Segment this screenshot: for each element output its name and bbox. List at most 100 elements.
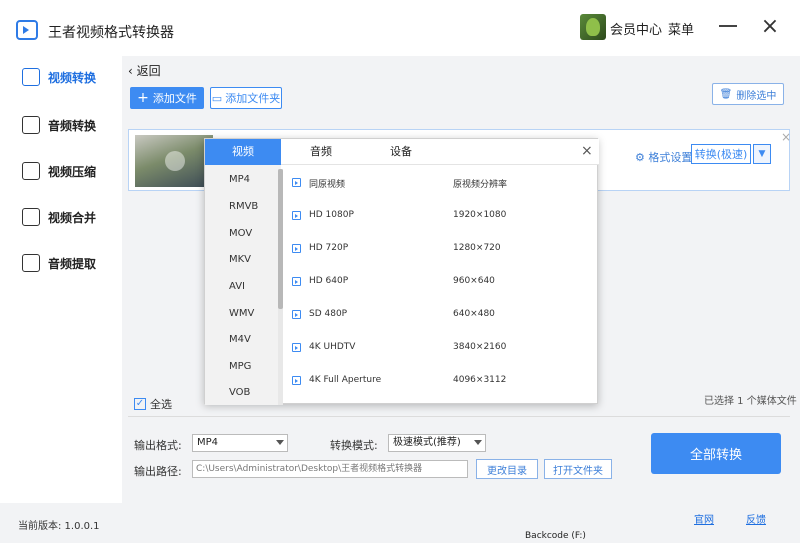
tab-device[interactable]: 设备	[373, 139, 429, 165]
audio-extract-icon	[22, 254, 40, 272]
format-item[interactable]: MOV	[205, 221, 281, 247]
convert-mode-button[interactable]: 转换(极速)	[691, 144, 751, 164]
preset-resolution: 1920×1080	[453, 210, 507, 220]
minimize-button[interactable]	[716, 14, 740, 38]
video-preset-icon	[292, 376, 301, 385]
checkmark-icon: ✓	[134, 398, 146, 410]
preset-resolution: 1280×720	[453, 243, 501, 253]
sidebar-item-video-merge[interactable]: 视频合并	[0, 196, 122, 238]
format-item[interactable]: MP4	[205, 167, 281, 193]
format-scrollbar-thumb[interactable]	[278, 169, 283, 309]
video-convert-icon	[22, 68, 40, 86]
format-settings-button[interactable]: ⚙ 格式设置	[635, 149, 692, 165]
format-settings-label: 格式设置	[648, 151, 693, 164]
preset-name: 4K UHDTV	[309, 342, 356, 352]
background-drive-label: Backcode (F:)	[525, 531, 586, 541]
user-avatar[interactable]	[580, 14, 606, 40]
member-center-link[interactable]: 会员中心	[610, 19, 662, 38]
format-item[interactable]: MPG	[205, 354, 281, 380]
delete-selected-button[interactable]: 🗑 删除选中	[712, 83, 784, 105]
selected-count: 已选择 1 个媒体文件	[704, 396, 797, 407]
open-folder-button[interactable]: 打开文件夹	[544, 459, 612, 479]
add-folder-button[interactable]: ▭ 添加文件夹	[210, 87, 282, 109]
back-button[interactable]: ‹ 返回	[128, 62, 161, 79]
sidebar-item-label: 视频合并	[48, 210, 97, 225]
format-list: MP4 RMVB MOV MKV AVI WMV M4V MPG VOB	[205, 165, 281, 405]
remove-file-icon[interactable]: ×	[781, 130, 791, 144]
tab-video[interactable]: 视频	[205, 139, 281, 165]
add-folder-label: 添加文件夹	[225, 92, 281, 105]
preset-row[interactable]: HD 720P 1280×720	[289, 239, 589, 261]
sidebar-item-audio-extract[interactable]: 音频提取	[0, 242, 122, 284]
preset-resolution: 原视频分辨率	[453, 180, 508, 190]
close-window-button[interactable]: ×	[758, 14, 782, 39]
preset-row[interactable]: HD 640P 960×640	[289, 272, 589, 294]
output-path-field[interactable]: C:\Users\Administrator\Desktop\王者视频格式转换器	[192, 460, 468, 478]
format-tabs: 视频 音频 设备 ×	[205, 139, 599, 165]
preset-row[interactable]: 4K Full Aperture 4096×3112	[289, 371, 589, 393]
video-preset-icon	[292, 244, 301, 253]
preset-row[interactable]: 4K UHDTV 3840×2160	[289, 338, 589, 360]
preset-name: HD 640P	[309, 276, 349, 286]
output-format-select[interactable]: MP4	[192, 434, 288, 452]
video-thumbnail	[135, 135, 213, 187]
app-window: 王者视频格式转换器 会员中心 菜单 × 视频转换 音频转换 视频压缩 视频合并 …	[0, 0, 800, 543]
output-format-value: MP4	[197, 437, 219, 448]
preset-row[interactable]: HD 1080P 1920×1080	[289, 206, 589, 228]
chevron-down-icon	[474, 440, 482, 445]
format-item[interactable]: WMV	[205, 301, 281, 327]
select-all-label: 全选	[150, 398, 172, 411]
add-file-button[interactable]: + 添加文件	[130, 87, 204, 109]
convert-all-button[interactable]: 全部转换	[651, 433, 781, 474]
select-all-checkbox[interactable]: ✓ 全选	[134, 396, 172, 412]
back-label: 返回	[136, 64, 161, 78]
video-preset-icon	[292, 211, 301, 220]
preset-resolution: 3840×2160	[453, 342, 507, 352]
website-link[interactable]: 官网	[694, 511, 714, 526]
status-bar: 当前版本: 1.0.0.1 官网 反馈 Backcode (F:)	[0, 503, 800, 543]
version-label: 当前版本: 1.0.0.1	[18, 521, 100, 532]
app-logo-icon	[16, 20, 38, 40]
sidebar-item-video-compress[interactable]: 视频压缩	[0, 150, 122, 192]
tab-audio[interactable]: 音频	[293, 139, 349, 165]
sidebar-item-label: 视频压缩	[48, 164, 97, 179]
app-title: 王者视频格式转换器	[48, 25, 174, 41]
video-preset-icon	[292, 310, 301, 319]
video-compress-icon	[22, 162, 40, 180]
preset-row[interactable]: 同原视频 原视频分辨率	[289, 173, 589, 195]
video-preset-icon	[292, 178, 301, 187]
video-preset-icon	[292, 343, 301, 352]
sidebar-item-video-convert[interactable]: 视频转换	[0, 56, 122, 98]
add-file-label: 添加文件	[152, 92, 197, 105]
chevron-down-icon[interactable]: ▼	[753, 144, 771, 164]
change-directory-button[interactable]: 更改目录	[476, 459, 538, 479]
format-item[interactable]: MKV	[205, 247, 281, 273]
preset-row[interactable]: SD 480P 640×480	[289, 305, 589, 327]
format-item[interactable]: AVI	[205, 274, 281, 300]
format-item[interactable]: VOB	[205, 380, 281, 406]
output-path-label: 输出路径:	[134, 465, 182, 478]
preset-resolution: 960×640	[453, 276, 495, 286]
convert-mode-label: 转换模式:	[330, 439, 378, 452]
format-item[interactable]: M4V	[205, 327, 281, 353]
delete-selected-label: 删除选中	[736, 90, 777, 102]
preset-resolution: 4096×3112	[453, 375, 507, 385]
preset-name: 4K Full Aperture	[309, 375, 382, 385]
output-settings: 输出格式: MP4 转换模式: 极速模式(推荐) 输出路径: C:\Users\…	[128, 416, 790, 496]
folder-icon: ▭	[211, 91, 223, 105]
close-popup-icon[interactable]: ×	[581, 143, 593, 159]
sidebar-item-audio-convert[interactable]: 音频转换	[0, 104, 122, 146]
output-format-label: 输出格式:	[134, 439, 182, 452]
plus-icon: +	[137, 90, 149, 106]
chevron-left-icon: ‹	[128, 64, 137, 78]
preset-name: HD 720P	[309, 243, 349, 253]
preset-name: SD 480P	[309, 309, 348, 319]
feedback-link[interactable]: 反馈	[746, 511, 766, 526]
preset-resolution: 640×480	[453, 309, 495, 319]
gear-icon: ⚙	[635, 151, 649, 164]
format-item[interactable]: RMVB	[205, 194, 281, 220]
convert-mode-select[interactable]: 极速模式(推荐)	[388, 434, 486, 452]
video-preset-icon	[292, 277, 301, 286]
sidebar: 视频转换 音频转换 视频压缩 视频合并 音频提取	[0, 56, 122, 486]
menu-button[interactable]: 菜单	[668, 19, 694, 38]
